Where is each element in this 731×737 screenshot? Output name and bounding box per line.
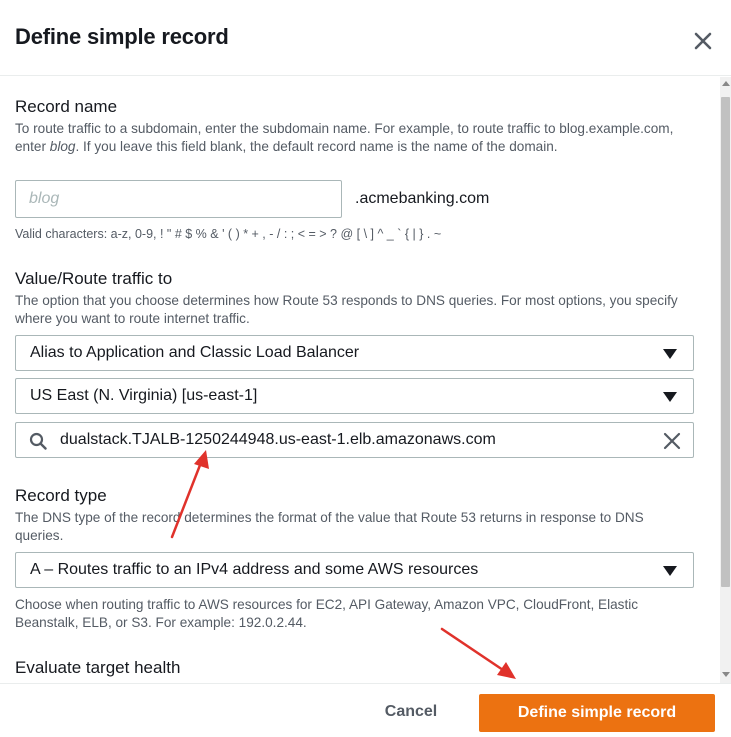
domain-suffix: .acmebanking.com [355, 190, 490, 207]
caret-down-icon [663, 566, 677, 576]
caret-down-icon [663, 392, 677, 402]
record-name-label: Record name [15, 97, 118, 116]
dialog-body: Record name To route traffic to a subdom… [0, 77, 720, 683]
record-name-desc-post: . If you leave this field blank, the def… [75, 139, 558, 154]
caret-down-icon [663, 349, 677, 359]
endpoint-select[interactable]: Alias to Application and Classic Load Ba… [15, 335, 694, 371]
record-type-label: Record type [15, 486, 107, 505]
scrollbar[interactable] [720, 77, 731, 683]
record-type-description: The DNS type of the record determines th… [15, 510, 644, 543]
define-simple-record-dialog: Define simple record Record name To rout… [0, 0, 731, 737]
close-icon [694, 32, 712, 50]
record-name-input[interactable] [15, 180, 342, 218]
define-simple-record-button[interactable]: Define simple record [479, 694, 715, 732]
record-type-select-value: A – Routes traffic to an IPv4 address an… [30, 561, 479, 578]
load-balancer-search[interactable]: dualstack.TJALB-1250244948.us-east-1.elb… [15, 422, 694, 458]
dialog-footer: Cancel Define simple record [0, 683, 731, 737]
record-type-select[interactable]: A – Routes traffic to an IPv4 address an… [15, 552, 694, 588]
cancel-button[interactable]: Cancel [366, 694, 456, 730]
scrollbar-thumb[interactable] [721, 97, 730, 587]
load-balancer-value: dualstack.TJALB-1250244948.us-east-1.elb… [60, 431, 496, 448]
record-type-help: Choose when routing traffic to AWS resou… [15, 597, 639, 630]
search-icon [29, 432, 47, 450]
close-button[interactable] [690, 28, 716, 54]
scroll-down-arrow-icon[interactable] [722, 672, 730, 677]
scroll-up-arrow-icon[interactable] [722, 81, 730, 86]
record-name-desc-example: blog [49, 139, 76, 154]
valid-characters-hint: Valid characters: a-z, 0-9, ! " # $ % & … [15, 227, 442, 241]
route-traffic-description: The option that you choose determines ho… [15, 293, 678, 326]
route-traffic-label: Value/Route traffic to [15, 269, 173, 288]
record-name-description: To route traffic to a subdomain, enter t… [15, 120, 695, 156]
clear-icon[interactable] [663, 432, 681, 450]
dialog-header: Define simple record [0, 0, 731, 76]
dialog-title: Define simple record [15, 24, 229, 49]
endpoint-select-value: Alias to Application and Classic Load Ba… [30, 344, 360, 361]
region-select-value: US East (N. Virginia) [us-east-1] [30, 387, 258, 404]
region-select[interactable]: US East (N. Virginia) [us-east-1] [15, 378, 694, 414]
evaluate-target-health-label: Evaluate target health [15, 658, 181, 677]
